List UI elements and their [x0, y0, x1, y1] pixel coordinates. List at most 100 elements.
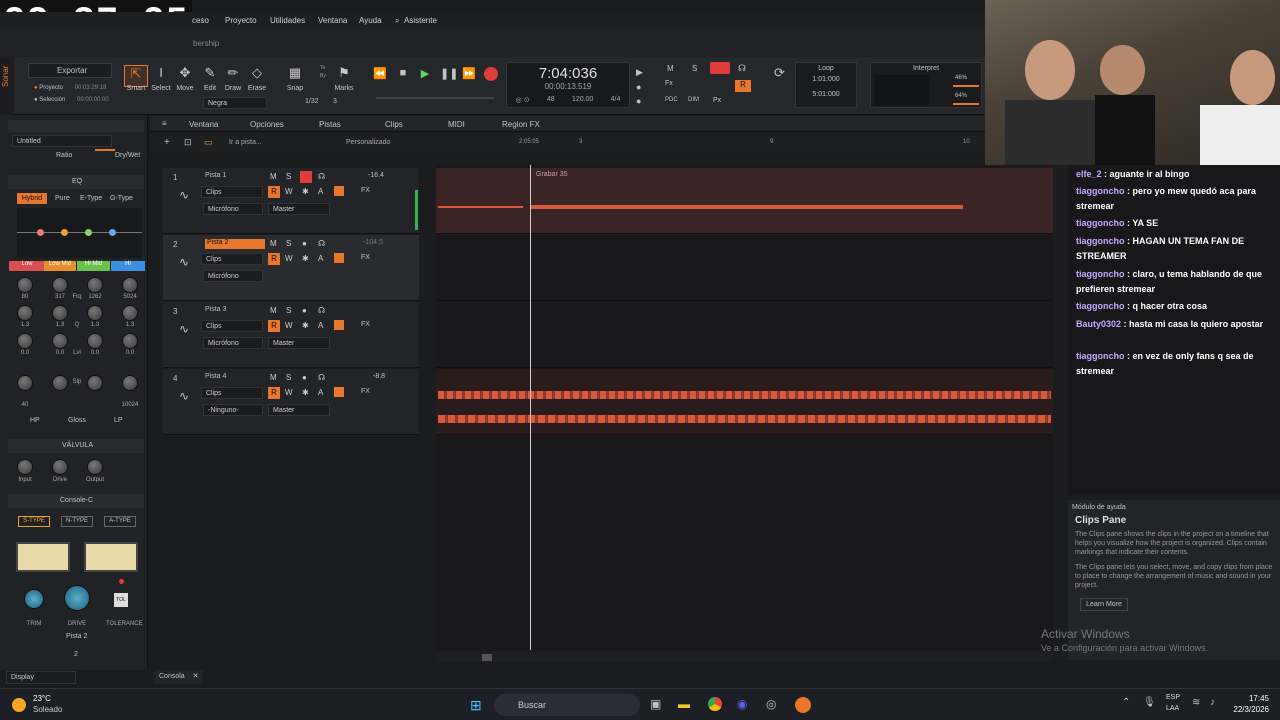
- view-menu-clips[interactable]: Clips: [385, 120, 403, 129]
- custom-view[interactable]: Personalizado: [346, 139, 390, 146]
- read-button[interactable]: R: [268, 387, 280, 399]
- input-select[interactable]: -Ninguno-: [203, 404, 263, 416]
- track-4[interactable]: 4 Pista 4 ∿ M S ● ☊ -8.8 Clips R W ✱ A F…: [163, 369, 419, 435]
- arm-global[interactable]: [710, 62, 730, 74]
- write-button[interactable]: W: [285, 388, 293, 397]
- q-knob-3[interactable]: [87, 305, 103, 321]
- q-knob-2[interactable]: [52, 305, 68, 321]
- mic-icon[interactable]: 🎙: [1143, 697, 1156, 708]
- track-2[interactable]: 2 Pista 2 ∿ M S ● ☊ -104.5 Clips R W ✱ A…: [163, 235, 419, 301]
- output-select[interactable]: Master: [268, 337, 330, 349]
- band-hi[interactable]: Hi: [111, 261, 145, 271]
- monitor-icon[interactable]: ☊: [318, 239, 325, 248]
- freq-knob-2[interactable]: [52, 277, 68, 293]
- asterisk-icon[interactable]: ✱: [302, 254, 309, 263]
- marks-button[interactable]: ⚑: [332, 65, 356, 81]
- mute-button[interactable]: M: [270, 172, 277, 181]
- lvl-knob-3[interactable]: [87, 333, 103, 349]
- mute-global[interactable]: M: [667, 64, 674, 73]
- taskbar-search[interactable]: Buscar: [494, 694, 640, 716]
- fx-indicator[interactable]: [334, 186, 344, 196]
- lane-2[interactable]: [436, 235, 1053, 301]
- wifi-icon[interactable]: ≋: [1192, 697, 1200, 708]
- mute-button[interactable]: M: [270, 373, 277, 382]
- mute-button[interactable]: M: [270, 239, 277, 248]
- track-name[interactable]: Pista 3: [205, 306, 265, 316]
- monitor-icon[interactable]: ☊: [318, 373, 325, 382]
- chrome-icon[interactable]: [708, 697, 722, 711]
- monitor-icon[interactable]: ☊: [318, 172, 325, 181]
- learn-more-button[interactable]: Learn More: [1080, 598, 1128, 611]
- pause-button[interactable]: ❚❚: [440, 67, 458, 83]
- track-type-select[interactable]: Clips: [201, 320, 263, 332]
- discord-icon[interactable]: ◉: [737, 697, 747, 711]
- band-low-mid[interactable]: Low Mid: [44, 261, 76, 271]
- lp-toggle[interactable]: LP: [114, 417, 123, 424]
- fx-label[interactable]: FX: [361, 254, 370, 261]
- smart-tool[interactable]: ⇱: [124, 65, 148, 87]
- fx-label[interactable]: FX: [361, 187, 370, 194]
- gloss-toggle[interactable]: Gloss: [68, 417, 86, 424]
- a-type-button[interactable]: A-TYPE: [104, 516, 136, 527]
- rewind-button[interactable]: ⏪: [370, 67, 390, 83]
- px-button[interactable]: Px: [713, 97, 721, 104]
- view-menu-midi[interactable]: MIDI: [448, 120, 465, 129]
- inspector-tabs[interactable]: [8, 120, 144, 132]
- asterisk-icon[interactable]: ✱: [302, 388, 309, 397]
- eq-header[interactable]: EQ: [8, 175, 144, 189]
- fx-label[interactable]: FX: [361, 388, 370, 395]
- add-track-icon[interactable]: +: [164, 137, 170, 148]
- fx-indicator[interactable]: [334, 387, 344, 397]
- eq-mode-hybrid[interactable]: Hybrid: [17, 193, 47, 204]
- preset-select[interactable]: Untitled: [12, 135, 112, 147]
- track-name[interactable]: Pista 1: [205, 172, 265, 182]
- windows-start-icon[interactable]: ⊞: [470, 697, 482, 714]
- fx-indicator[interactable]: [334, 320, 344, 330]
- track-1[interactable]: 1 Pista 1 ∿ M S ☊ -16.4 Clips R W ✱ A FX…: [163, 168, 419, 234]
- menu-ventana[interactable]: Ventana: [318, 16, 347, 25]
- automation-icon[interactable]: A: [318, 187, 323, 196]
- play-button[interactable]: ▶: [417, 67, 433, 83]
- q-knob-1[interactable]: [17, 305, 33, 321]
- asterisk-icon[interactable]: ✱: [302, 187, 309, 196]
- move-tool[interactable]: ✥: [173, 65, 197, 81]
- track-type-select[interactable]: Clips: [201, 387, 263, 399]
- clip-wave[interactable]: [531, 205, 963, 209]
- input-select[interactable]: Micrófono: [203, 270, 263, 282]
- mute-button[interactable]: M: [270, 306, 277, 315]
- collapse-icon[interactable]: ⊡: [184, 137, 192, 148]
- fx-label[interactable]: FX: [361, 321, 370, 328]
- freq-knob-3[interactable]: [87, 277, 103, 293]
- play-small-icon[interactable]: ▶: [636, 67, 643, 78]
- export-button[interactable]: Exportar: [28, 63, 112, 78]
- chevron-up-icon[interactable]: ⌃: [1122, 697, 1130, 708]
- arm-button[interactable]: ●: [302, 239, 307, 248]
- automation-icon[interactable]: A: [318, 321, 323, 330]
- eq-mode-etype[interactable]: E-Type: [80, 195, 102, 202]
- folder-icon[interactable]: ▭: [204, 137, 213, 148]
- view-menu-region-fx[interactable]: Region FX: [502, 120, 540, 129]
- track-name[interactable]: Pista 4: [205, 373, 265, 383]
- note-select[interactable]: Negra: [203, 97, 267, 109]
- loop-icon[interactable]: ⟳: [774, 65, 785, 81]
- input-knob[interactable]: [17, 459, 33, 475]
- output-select[interactable]: Master: [268, 203, 330, 215]
- band-low[interactable]: Low: [9, 261, 45, 271]
- lane-1[interactable]: Grabar 35: [436, 168, 1053, 234]
- band-hi-mid[interactable]: Hi Mid: [77, 261, 110, 271]
- draw-tool[interactable]: ✏: [221, 65, 245, 81]
- menu-proceso[interactable]: ceso: [192, 16, 209, 25]
- eq-mode-gtype[interactable]: G-Type: [110, 195, 133, 202]
- read-button[interactable]: R: [268, 253, 280, 265]
- write-button[interactable]: W: [285, 321, 293, 330]
- view-menu-pistas[interactable]: Pistas: [319, 120, 341, 129]
- menu-proyecto[interactable]: Proyecto: [225, 16, 257, 25]
- menu-asistente[interactable]: Asistente: [404, 16, 437, 25]
- output-select[interactable]: Master: [268, 404, 330, 416]
- automation-icon[interactable]: A: [318, 254, 323, 263]
- loop-end[interactable]: 5:01:000: [796, 91, 856, 98]
- automation-icon[interactable]: A: [318, 388, 323, 397]
- arm-button[interactable]: ●: [302, 306, 307, 315]
- s-type-button[interactable]: S-TYPE: [18, 516, 50, 527]
- lane-4[interactable]: [436, 369, 1053, 435]
